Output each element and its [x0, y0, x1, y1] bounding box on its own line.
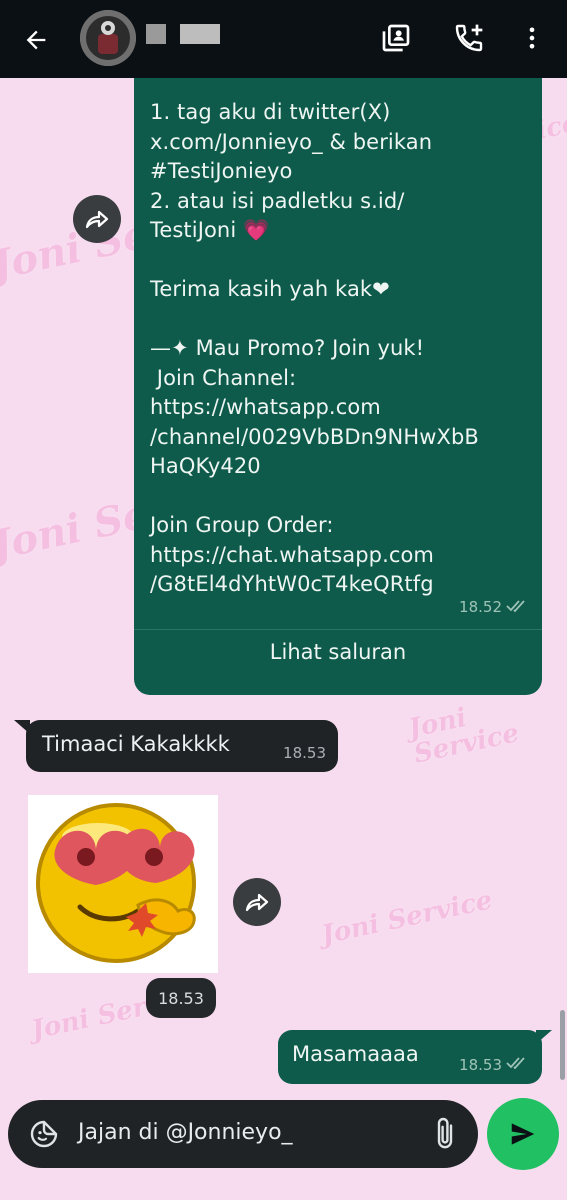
- message-text: Masamaaaa: [292, 1042, 419, 1066]
- sticker-time: 18.53: [146, 978, 216, 1018]
- double-check-icon: [506, 1057, 525, 1070]
- forward-icon: [85, 210, 109, 229]
- divider: [134, 629, 542, 630]
- chat-header: [0, 0, 567, 78]
- sticker-message[interactable]: [28, 795, 218, 973]
- message-time: 18.52: [459, 598, 502, 616]
- contact-name-redacted[interactable]: [146, 24, 220, 44]
- message-text: Timaaci Kakakkkk: [42, 732, 230, 756]
- forward-button[interactable]: [233, 878, 281, 926]
- send-icon: [511, 1123, 535, 1145]
- more-options-button[interactable]: [514, 20, 550, 56]
- redaction-block: [180, 24, 220, 44]
- message-text: 1. tag aku di twitter(X) x.com/Jonnieyo_…: [150, 100, 479, 596]
- avatar-image: [80, 10, 136, 66]
- more-vert-icon: [529, 27, 535, 49]
- contact-card-button[interactable]: [378, 20, 414, 56]
- sticker-emoji-icon[interactable]: [28, 1118, 60, 1150]
- add-call-icon: [455, 24, 483, 52]
- avatar[interactable]: [80, 10, 136, 66]
- channel-forwarded-message[interactable]: 1. tag aku di twitter(X) x.com/Jonnieyo_…: [134, 68, 542, 695]
- arrow-left-icon: [26, 30, 46, 50]
- double-check-icon: [506, 600, 525, 613]
- view-channel-button[interactable]: Lihat saluran: [134, 640, 542, 664]
- scrollbar[interactable]: [560, 1010, 565, 1080]
- contact-card-icon: [382, 24, 410, 52]
- outgoing-message[interactable]: Masamaaaa 18.53: [278, 1030, 542, 1084]
- forward-button[interactable]: [73, 195, 121, 243]
- message-composer[interactable]: Jajan di @Jonnieyo_: [8, 1100, 478, 1168]
- message-list[interactable]: 1. tag aku di twitter(X) x.com/Jonnieyo_…: [0, 68, 567, 1090]
- add-call-button[interactable]: [451, 20, 487, 56]
- heart-eyes-emoji-sticker: [36, 803, 196, 963]
- redaction-block: [146, 24, 166, 44]
- paperclip-icon[interactable]: [430, 1116, 460, 1152]
- send-button[interactable]: [487, 1098, 559, 1170]
- message-time: 18.53: [459, 1056, 502, 1074]
- message-time: 18.53: [283, 744, 326, 762]
- back-button[interactable]: [18, 22, 54, 58]
- message-input[interactable]: Jajan di @Jonnieyo_: [78, 1120, 293, 1145]
- incoming-message[interactable]: Timaaci Kakakkkk 18.53: [26, 720, 338, 772]
- forward-icon: [245, 893, 269, 912]
